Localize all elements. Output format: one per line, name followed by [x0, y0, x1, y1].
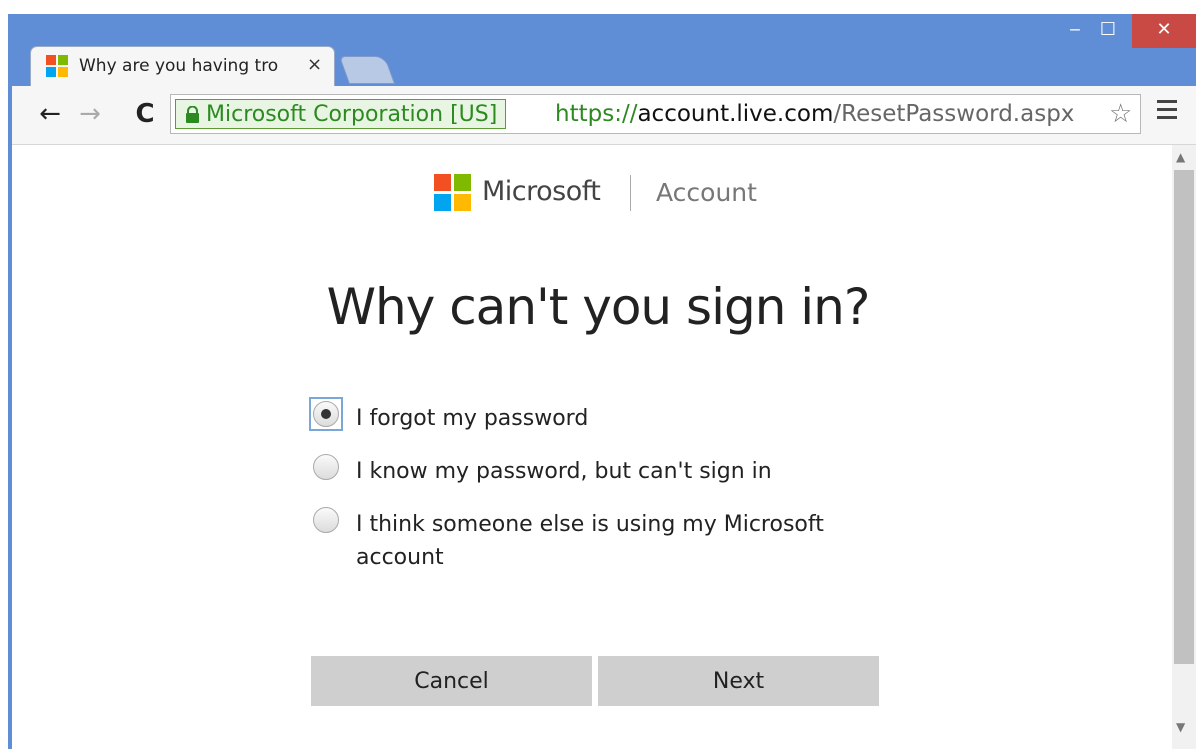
- bookmark-star-icon[interactable]: ☆: [1109, 99, 1132, 129]
- address-bar[interactable]: Microsoft Corporation [US] https://accou…: [170, 94, 1141, 134]
- browser-toolbar: ← → C Microsoft Corporation [US] https:/…: [12, 86, 1196, 145]
- radio-option-someone-else[interactable]: I think someone else is using my Microso…: [308, 503, 868, 573]
- browser-tab[interactable]: Why are you having tro ×: [30, 46, 335, 86]
- brand-divider: [630, 175, 631, 211]
- url-path: /ResetPassword.aspx: [833, 101, 1075, 127]
- option-label[interactable]: I forgot my password: [356, 402, 588, 435]
- reload-icon[interactable]: C: [128, 99, 162, 129]
- scroll-up-icon[interactable]: ▲: [1176, 150, 1185, 164]
- radio-button[interactable]: [313, 507, 339, 533]
- maximize-button[interactable]: ☐: [1093, 14, 1123, 48]
- option-label-line1: I think someone else is using my Microso…: [356, 512, 824, 537]
- option-label-line2: account: [356, 545, 444, 570]
- browser-window: Why are you having tro × ‒ ☐ ✕ ← → C Mic…: [0, 0, 1196, 749]
- minimize-button[interactable]: ‒: [1062, 14, 1088, 48]
- radio-button[interactable]: [313, 454, 339, 480]
- back-arrow-icon[interactable]: ←: [33, 99, 67, 129]
- tab-title: Why are you having tro: [79, 56, 279, 76]
- url-scheme: https://: [555, 101, 638, 127]
- page-title: Why can't you sign in?: [326, 278, 871, 336]
- radio-option-cant-sign-in[interactable]: I know my password, but can't sign in: [308, 450, 868, 486]
- next-button[interactable]: Next: [598, 656, 879, 706]
- menu-icon[interactable]: [1157, 100, 1177, 122]
- scroll-down-icon[interactable]: ▼: [1176, 720, 1185, 734]
- microsoft-favicon-icon: [46, 55, 68, 77]
- ev-label: Microsoft Corporation [US]: [206, 102, 498, 127]
- forward-arrow-icon[interactable]: →: [73, 99, 107, 129]
- radio-button[interactable]: [313, 401, 339, 427]
- url-host: account.live.com: [637, 101, 834, 127]
- lock-icon: [186, 106, 199, 123]
- page-content: [12, 145, 1172, 749]
- option-label[interactable]: I know my password, but can't sign in: [356, 455, 772, 488]
- close-window-button[interactable]: ✕: [1132, 14, 1196, 48]
- microsoft-logo-icon: [434, 174, 471, 211]
- option-label[interactable]: I think someone else is using my Microso…: [356, 508, 824, 574]
- cancel-button[interactable]: Cancel: [311, 656, 592, 706]
- brand-name: Microsoft: [482, 176, 601, 207]
- ev-certificate-badge[interactable]: Microsoft Corporation [US]: [175, 99, 507, 129]
- url-text[interactable]: https://account.live.com/ResetPassword.a…: [555, 99, 1074, 129]
- scrollbar-thumb[interactable]: [1174, 170, 1194, 664]
- tab-close-icon[interactable]: ×: [307, 54, 322, 75]
- radio-option-forgot-password[interactable]: I forgot my password: [308, 397, 868, 433]
- brand-section: Account: [656, 178, 757, 207]
